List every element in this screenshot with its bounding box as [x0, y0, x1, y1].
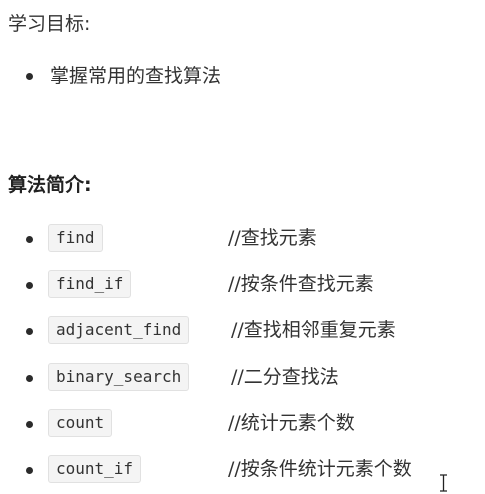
algorithm-list: find //查找元素 find_if //按条件查找元素 adjacent_f… — [0, 0, 485, 494]
algorithm-code: find — [48, 224, 103, 252]
algorithm-code: adjacent_find — [48, 316, 190, 344]
algorithm-item-find-if: find_if //按条件查找元素 — [0, 270, 485, 300]
bullet-dot-icon — [26, 467, 33, 474]
algorithm-comment: //查找相邻重复元素 — [231, 319, 396, 341]
algorithm-code: count — [48, 409, 113, 437]
algorithm-comment: //统计元素个数 — [228, 412, 355, 434]
algorithm-item-binary-search: binary_search //二分查找法 — [0, 363, 485, 393]
algorithm-item-count-if: count_if //按条件统计元素个数 — [0, 455, 485, 485]
algorithm-comment: //查找元素 — [228, 227, 317, 249]
algorithm-comment: //按条件统计元素个数 — [228, 458, 412, 480]
bullet-dot-icon — [26, 328, 33, 335]
bullet-dot-icon — [26, 236, 33, 243]
algorithm-code: find_if — [48, 270, 132, 298]
bullet-dot-icon — [26, 375, 33, 382]
algorithm-comment: //二分查找法 — [231, 366, 339, 388]
algorithm-comment: //按条件查找元素 — [228, 273, 374, 295]
algorithm-code: count_if — [48, 455, 142, 483]
algorithm-item-find: find //查找元素 — [0, 224, 485, 254]
algorithm-code: binary_search — [48, 363, 190, 391]
bullet-dot-icon — [26, 421, 33, 428]
algorithm-item-adjacent-find: adjacent_find //查找相邻重复元素 — [0, 316, 485, 346]
algorithm-item-count: count //统计元素个数 — [0, 409, 485, 439]
document-page: 学习目标: 掌握常用的查找算法 算法简介: find //查找元素 find_i… — [0, 0, 485, 494]
bullet-dot-icon — [26, 282, 33, 289]
text-cursor-icon — [440, 474, 447, 492]
